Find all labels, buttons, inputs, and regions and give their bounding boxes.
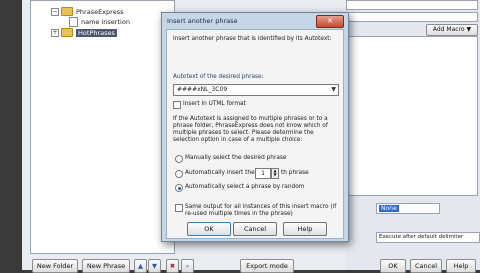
move-up-icon[interactable]: ▲: [134, 259, 147, 273]
phrase-properties-panel: Add Macro ▼ None Execute after default d…: [346, 0, 480, 273]
utml-checkbox[interactable]: [173, 101, 181, 109]
chevron-down-icon[interactable]: ▼: [331, 86, 336, 93]
tree-item-label: name insertion: [81, 17, 130, 26]
cancel-button[interactable]: Cancel: [410, 259, 442, 273]
autotext-combo[interactable]: ####xNL_3C09 ▼: [173, 84, 339, 96]
random-select-radio[interactable]: [175, 184, 183, 192]
manual-select-radio[interactable]: [175, 155, 183, 163]
help-button[interactable]: Help: [446, 259, 476, 273]
hotkey-select-value: None: [379, 205, 399, 212]
autotext-field[interactable]: [346, 12, 478, 22]
dialog-help-button[interactable]: Help: [283, 222, 327, 236]
ok-button[interactable]: OK: [380, 259, 406, 273]
folder-icon: [61, 28, 73, 37]
tree-item-root[interactable]: − PhraseExpress: [51, 7, 123, 16]
new-phrase-button[interactable]: New Phrase: [82, 259, 130, 273]
export-mode-button[interactable]: Export mode: [240, 259, 294, 273]
same-output-label: Same output for all instances of this in…: [185, 204, 337, 217]
tree-item-label: PhraseExpress: [76, 7, 124, 16]
search-icon[interactable]: ⌕: [181, 259, 194, 273]
hotkey-select[interactable]: None: [376, 203, 440, 214]
execute-select-value: Execute after default delimiter: [379, 234, 464, 240]
same-output-checkbox[interactable]: [175, 204, 183, 212]
collapse-icon[interactable]: −: [51, 7, 59, 16]
expand-icon[interactable]: +: [51, 28, 59, 37]
spin-arrows-icon[interactable]: ▲ ▼: [271, 168, 279, 179]
tree-item-label: HotPhrases: [76, 28, 117, 37]
auto-insert-radio[interactable]: [175, 170, 183, 178]
new-folder-button[interactable]: New Folder: [32, 259, 78, 273]
close-icon[interactable]: ✕: [316, 15, 344, 28]
random-select-label: Automatically select a phrase by random: [185, 184, 305, 190]
utml-label: Insert in UTML format: [183, 101, 246, 107]
auto-insert-label: Automatically insert the: [185, 170, 255, 176]
delete-icon[interactable]: ✖: [166, 259, 179, 273]
autotext-value: ####xNL_3C09: [177, 86, 228, 93]
autotext-label: Autotext of the desired phrase:: [173, 74, 264, 80]
dialog-cancel-button[interactable]: Cancel: [233, 222, 277, 236]
dialog-title: Insert another phrase: [167, 17, 238, 25]
phrase-index-input[interactable]: 1: [255, 168, 271, 179]
description-field[interactable]: [346, 0, 478, 10]
tree-item-selected[interactable]: + HotPhrases: [51, 28, 117, 37]
insert-phrase-dialog: Insert another phrase ✕ Insert another p…: [161, 12, 349, 242]
phrase-content-editor[interactable]: [346, 36, 478, 196]
folder-icon: [61, 7, 73, 16]
tree-item-phrase[interactable]: name insertion: [69, 16, 130, 27]
multiple-info-text: If the Autotext is assigned to multiple …: [173, 116, 328, 143]
phrase-tree[interactable]: − PhraseExpress name insertion + HotPhra…: [30, 0, 175, 254]
auto-insert-suffix: th phrase: [281, 170, 309, 176]
dialog-ok-button[interactable]: OK: [187, 222, 231, 236]
phrase-icon: [69, 16, 78, 27]
manual-select-label: Manually select the desired phrase: [185, 155, 287, 161]
move-down-icon[interactable]: ▼: [148, 259, 161, 273]
intro-text: Insert another phrase that is identified…: [173, 36, 332, 42]
dialog-body: Insert another phrase that is identified…: [166, 29, 344, 239]
execute-select[interactable]: Execute after default delimiter: [376, 232, 480, 243]
add-macro-button[interactable]: Add Macro ▼: [426, 24, 478, 36]
